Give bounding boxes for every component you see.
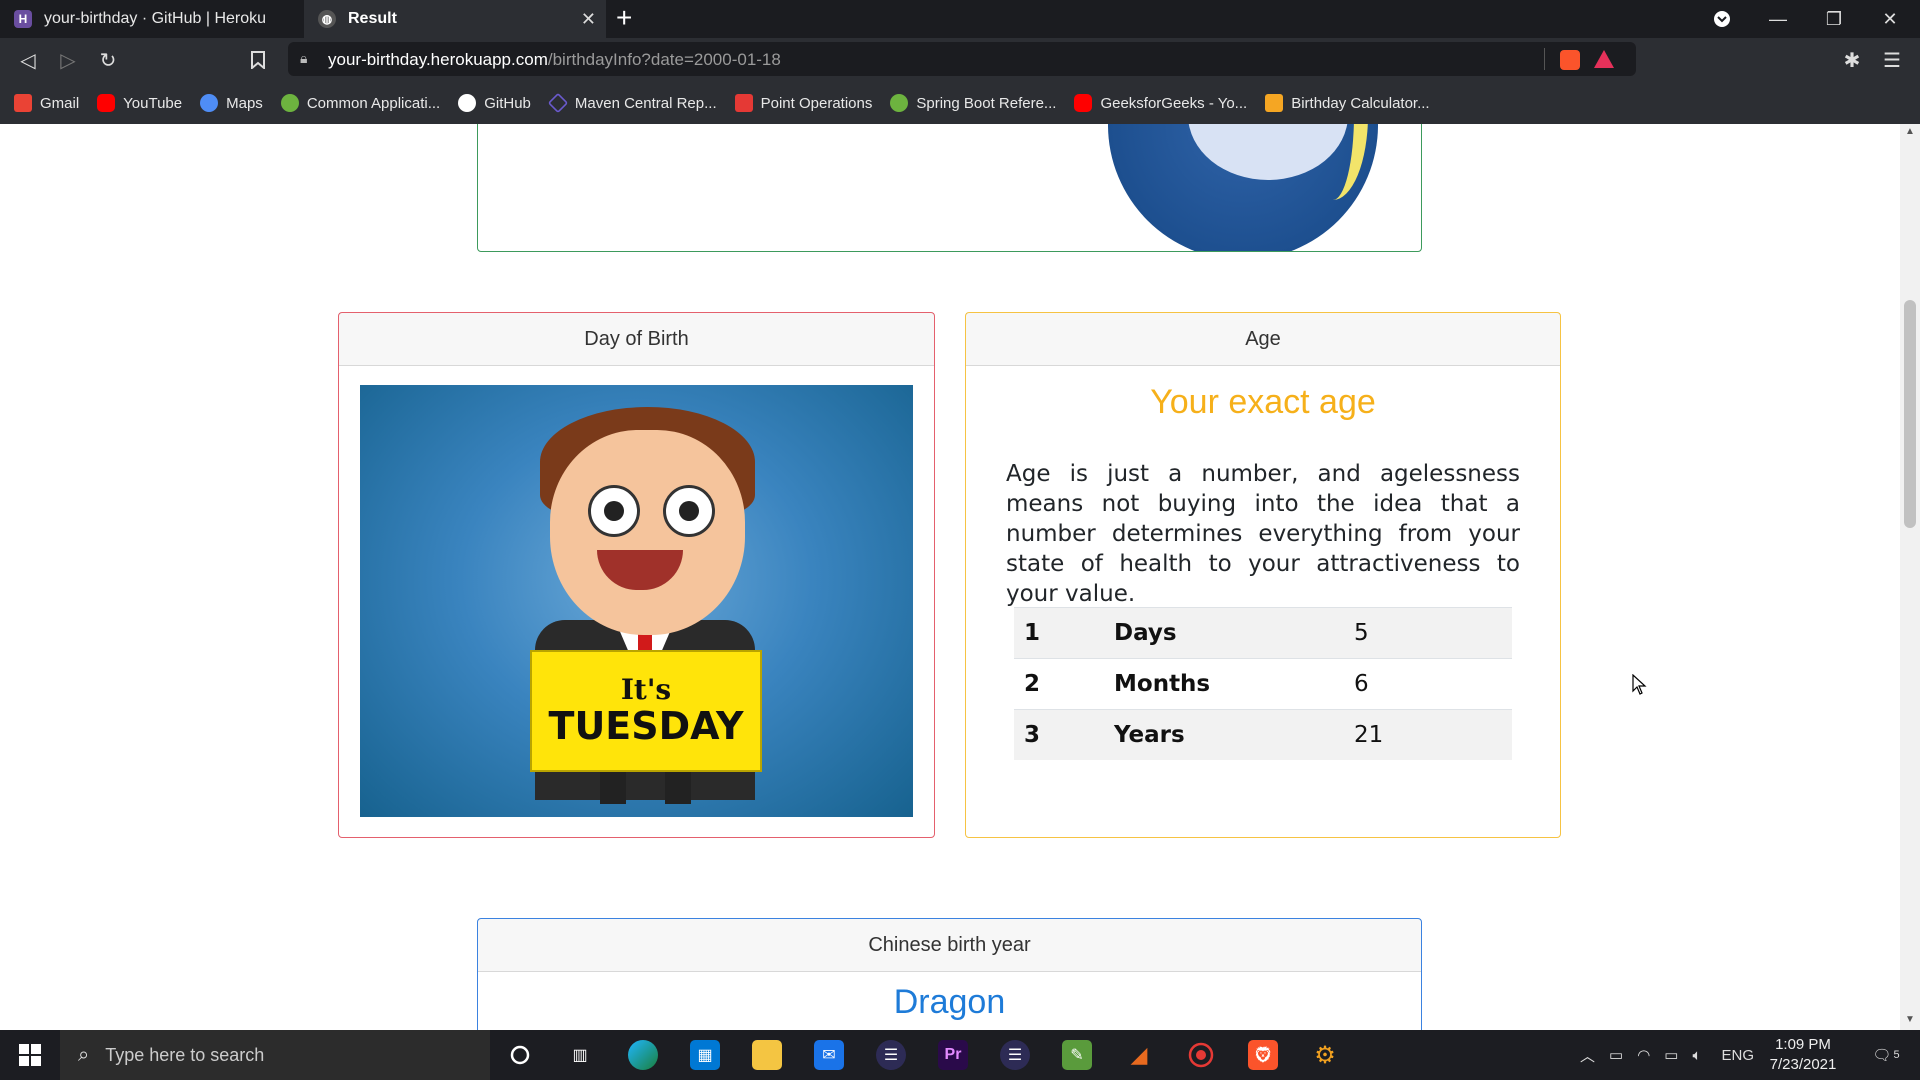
menu-icon[interactable]: ☰ <box>1878 48 1906 72</box>
moon-image <box>1108 124 1378 251</box>
cartoon-head <box>550 430 745 635</box>
reload-button[interactable]: ↻ <box>94 48 122 72</box>
table-row: 2 Months 6 <box>1014 658 1512 710</box>
tab-result[interactable]: ◍ Result ✕ <box>304 0 606 38</box>
tab-search-icon[interactable] <box>1694 0 1750 38</box>
address-bar[interactable]: 🔒︎ your-birthday.herokuapp.com/birthdayI… <box>288 42 1636 76</box>
globe-icon: ◍ <box>318 10 336 28</box>
age-card: Age Your exact age Age is just a number,… <box>965 312 1561 838</box>
bookmark-common-applications[interactable]: Common Applicati... <box>280 94 440 112</box>
bookmark-icon[interactable] <box>244 48 272 72</box>
language-indicator[interactable]: ENG <box>1722 1047 1755 1064</box>
age-table: 1 Days 5 2 Months 6 3 Years 21 <box>1014 607 1512 760</box>
volume-icon[interactable]: 🔈︎ <box>1692 1047 1701 1064</box>
minimize-button[interactable]: — <box>1750 0 1806 38</box>
taskbar-search[interactable]: ⌕ Type here to search <box>60 1030 490 1080</box>
back-button[interactable]: ◁ <box>14 48 42 72</box>
eclipse-icon[interactable]: ☰ <box>876 1040 906 1070</box>
cortana-icon[interactable] <box>505 1040 535 1070</box>
system-tray: ︿ ▭ ◠ ▭ 🔈︎ ENG <box>1580 1030 1754 1080</box>
age-title: Your exact age <box>1150 383 1376 421</box>
notification-center[interactable]: 🗨︎ 5 <box>1866 1030 1906 1080</box>
new-tab-button[interactable]: + <box>616 2 632 34</box>
wifi-icon[interactable]: ◠ <box>1637 1046 1650 1064</box>
bookmark-maps[interactable]: Maps <box>200 94 263 112</box>
bookmark-spring-boot[interactable]: Spring Boot Refere... <box>890 94 1056 112</box>
youtube-icon <box>97 94 116 112</box>
bookmark-birthday-calculator[interactable]: Birthday Calculator... <box>1265 94 1430 112</box>
card-header: Age <box>966 313 1560 366</box>
tuesday-sign: It's TUESDAY <box>530 650 762 772</box>
windows-taskbar: ⌕ Type here to search ▥ ▦ ✉ ☰ Pr ☰ ✎ ◢ 🦁… <box>0 1030 1920 1080</box>
page-scrollbar[interactable]: ▲ ▼ <box>1900 124 1920 1030</box>
card-header: Chinese birth year <box>478 919 1421 972</box>
url-text: your-birthday.herokuapp.com/birthdayInfo… <box>328 50 781 69</box>
bookmark-gmail[interactable]: Gmail <box>14 94 79 112</box>
file-explorer-icon[interactable] <box>752 1040 782 1070</box>
meet-now-icon[interactable]: ▭ <box>1609 1046 1623 1064</box>
eclipse-icon[interactable]: ☰ <box>1000 1040 1030 1070</box>
record-icon[interactable] <box>1186 1040 1216 1070</box>
lock-icon: 🔒︎ <box>300 50 308 66</box>
notepad-icon[interactable]: ✎ <box>1062 1040 1092 1070</box>
bookmark-youtube[interactable]: YouTube <box>97 94 182 112</box>
age-quote: Age is just a number, and agelessness me… <box>1006 461 1520 607</box>
maps-icon <box>200 94 219 112</box>
table-row: 1 Days 5 <box>1014 607 1512 659</box>
tuesday-image: It's TUESDAY <box>360 385 913 817</box>
bookmark-point-operations[interactable]: Point Operations <box>734 94 872 112</box>
spring-icon <box>890 94 909 112</box>
tab-title: your-birthday · GitHub | Heroku <box>44 10 267 27</box>
notification-icon: 🗨︎ <box>1872 1047 1892 1064</box>
bookmark-github[interactable]: GitHub <box>458 94 531 112</box>
search-icon: ⌕ <box>78 1043 90 1066</box>
premiere-icon[interactable]: Pr <box>938 1040 968 1070</box>
brave-icon[interactable]: 🦁︎ <box>1248 1040 1278 1070</box>
brave-rewards-icon[interactable] <box>1594 50 1614 68</box>
battery-icon[interactable]: ▭ <box>1664 1046 1678 1064</box>
tab-title: Result <box>348 10 397 27</box>
calendar-icon <box>1265 94 1284 112</box>
start-button[interactable] <box>0 1030 60 1080</box>
brave-shields-icon[interactable] <box>1560 50 1580 70</box>
scroll-up-icon[interactable]: ▲ <box>1900 126 1920 140</box>
chinese-year-card: Chinese birth year Dragon <box>477 918 1422 1030</box>
bookmark-maven[interactable]: Maven Central Rep... <box>547 92 717 114</box>
table-row: 3 Years 21 <box>1014 709 1512 760</box>
bookmark-geeksforgeeks[interactable]: GeeksforGeeks - Yo... <box>1074 94 1247 112</box>
scroll-thumb[interactable] <box>1904 300 1916 528</box>
windows-icon <box>19 1044 41 1066</box>
edge-icon[interactable] <box>628 1040 658 1070</box>
scroll-down-icon[interactable]: ▼ <box>1900 1014 1920 1028</box>
restore-button[interactable]: ❐ <box>1806 0 1862 38</box>
gmail-icon <box>14 94 32 112</box>
close-window-button[interactable]: ✕ <box>1862 0 1918 38</box>
zodiac-card <box>477 124 1422 252</box>
point-icon <box>734 94 753 112</box>
close-tab-icon[interactable]: ✕ <box>581 9 596 30</box>
matlab-icon[interactable]: ◢ <box>1124 1040 1154 1070</box>
youtube-icon <box>1074 94 1093 112</box>
chinese-animal: Dragon <box>893 983 1006 1021</box>
bookmarks-bar: Gmail YouTube Maps Common Applicati... G… <box>0 82 1920 124</box>
tab-bar: H your-birthday · GitHub | Heroku ◍ Resu… <box>0 0 1920 38</box>
tab-github-heroku[interactable]: H your-birthday · GitHub | Heroku <box>0 0 304 38</box>
heroku-icon: H <box>14 10 32 28</box>
task-view-icon[interactable]: ▥ <box>565 1040 595 1070</box>
card-header: Day of Birth <box>339 313 934 366</box>
github-icon <box>458 94 477 112</box>
leaf-icon <box>280 94 299 112</box>
extensions-icon[interactable]: ✱ <box>1838 48 1866 72</box>
store-icon[interactable]: ▦ <box>690 1040 720 1070</box>
forward-button[interactable]: ▷ <box>54 48 82 72</box>
settings-gear-icon[interactable]: ⚙ <box>1310 1040 1340 1070</box>
maven-icon <box>547 92 569 114</box>
mail-icon[interactable]: ✉ <box>814 1040 844 1070</box>
clock[interactable]: 1:09 PM 7/23/2021 <box>1758 1035 1848 1075</box>
chevron-up-icon[interactable]: ︿ <box>1580 1045 1595 1066</box>
page-viewport: Day of Birth It's TUESDAY Age Your exact… <box>0 124 1900 1030</box>
browser-toolbar: ◁ ▷ ↻ 🔒︎ your-birthday.herokuapp.com/bir… <box>0 38 1920 82</box>
